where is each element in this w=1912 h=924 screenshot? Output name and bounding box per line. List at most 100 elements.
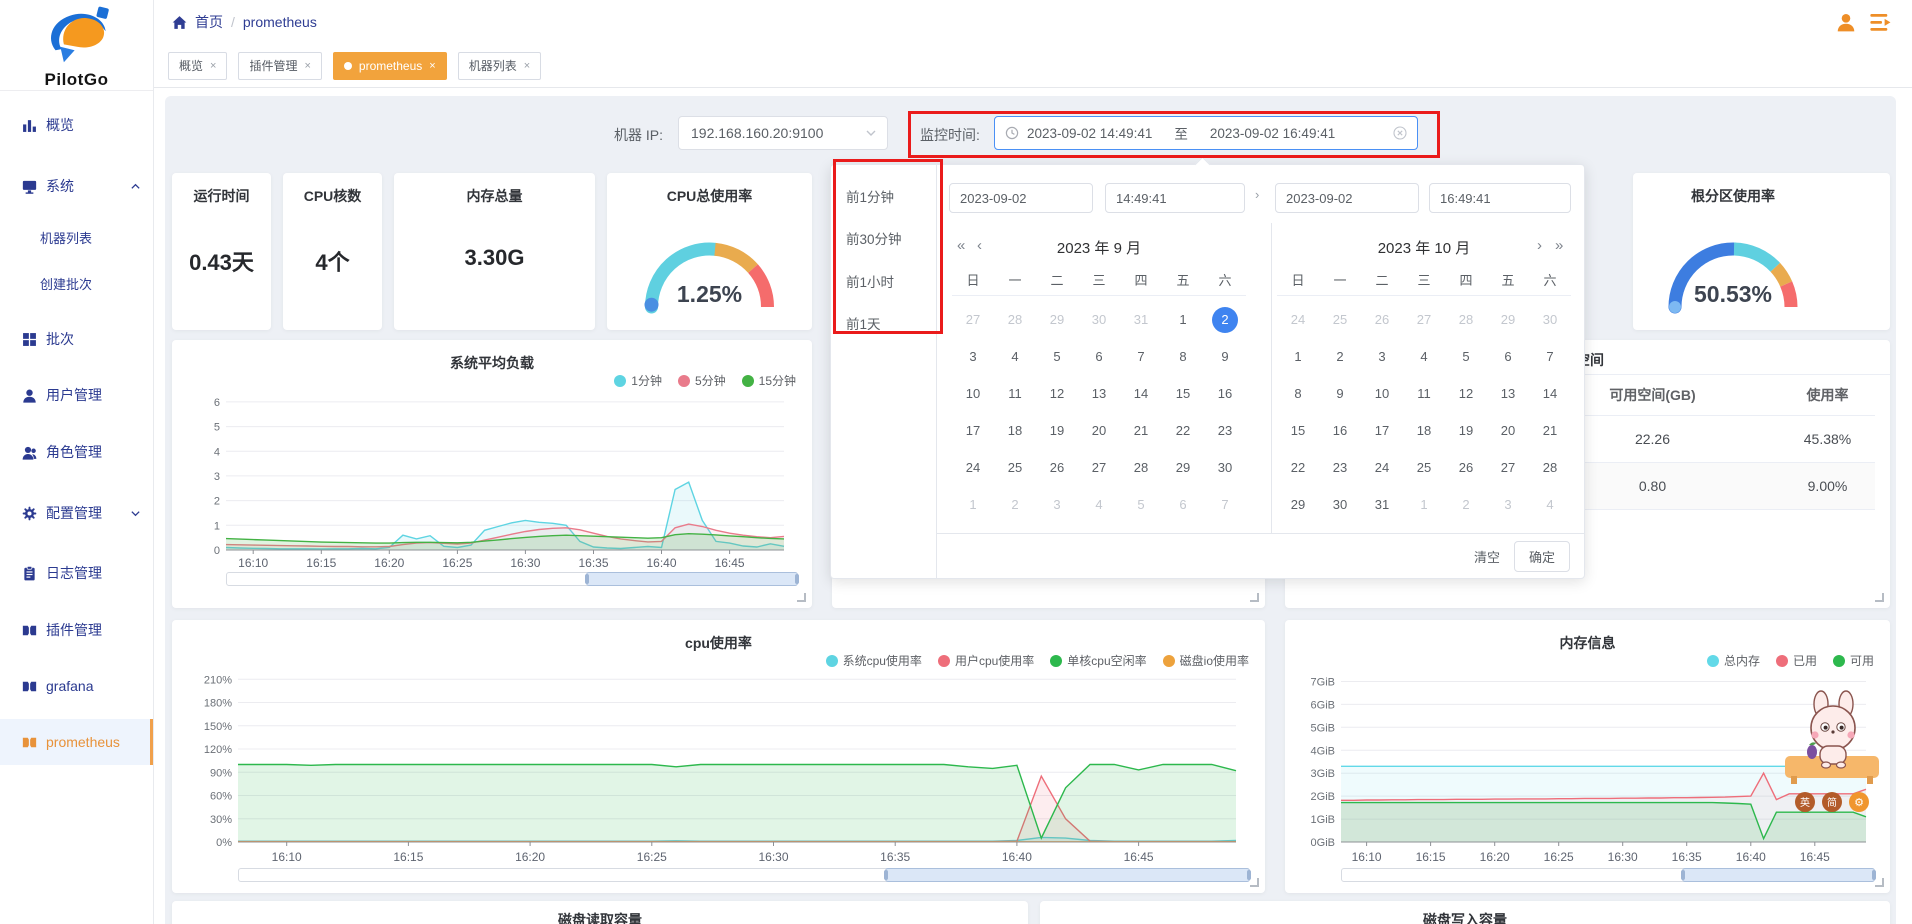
time-range-picker[interactable]: 2023-09-02 14:49:41 至 2023-09-02 16:49:4… [994,116,1418,150]
calendar-day[interactable]: 9 [1204,338,1246,375]
calendar-day[interactable]: 22 [1162,412,1204,449]
calendar-day[interactable]: 28 [1120,449,1162,486]
resize-handle-icon[interactable] [1875,593,1884,602]
calendar-day[interactable]: 16 [1319,412,1361,449]
calendar-day[interactable]: 5 [1120,486,1162,523]
close-icon[interactable]: × [210,60,216,72]
calendar-day[interactable]: 27 [952,301,994,338]
sidebar-item-插件管理[interactable]: 插件管理 [0,612,153,648]
calendar-day[interactable]: 27 [1078,449,1120,486]
datazoom-handle-left[interactable] [585,574,589,584]
calendar-day[interactable]: 8 [1277,375,1319,412]
user-icon[interactable] [1836,12,1856,32]
calendar-day[interactable]: 3 [1361,338,1403,375]
calendar-day[interactable]: 30 [1078,301,1120,338]
calendar-day[interactable]: 15 [1277,412,1319,449]
legend-item-总内存[interactable]: 总内存 [1707,652,1760,669]
datazoom-window[interactable] [586,572,798,586]
sidebar-item-创建批次[interactable]: 创建批次 [0,265,153,301]
calendar-day[interactable]: 27 [1403,301,1445,338]
calendar-day[interactable]: 29 [1036,301,1078,338]
sidebar-item-prometheus[interactable]: prometheus [0,719,153,765]
calendar-day[interactable]: 21 [1529,412,1571,449]
calendar-day[interactable]: 28 [1529,449,1571,486]
sidebar-item-日志管理[interactable]: 日志管理 [0,555,153,591]
collapse-menu-icon[interactable] [1870,13,1894,32]
sidebar-item-角色管理[interactable]: 角色管理 [0,434,153,470]
sidebar-item-机器列表[interactable]: 机器列表 [0,219,153,255]
calendar-day[interactable]: 25 [1403,449,1445,486]
sidebar-item-批次[interactable]: 批次 [0,321,153,357]
legend-item-用户cpu使用率[interactable]: 用户cpu使用率 [938,652,1034,669]
calendar-day[interactable]: 6 [1078,338,1120,375]
calendar-day[interactable]: 4 [1078,486,1120,523]
calendar-day[interactable]: 1 [1277,338,1319,375]
resize-handle-icon[interactable] [797,593,806,602]
calendar-day[interactable]: 31 [1120,301,1162,338]
end-date-input[interactable] [1275,183,1419,213]
clear-button[interactable]: 清空 [1474,547,1500,566]
calendar-day[interactable]: 26 [1036,449,1078,486]
calendar-day[interactable]: 3 [1036,486,1078,523]
calendar-day[interactable]: 28 [1445,301,1487,338]
close-icon[interactable]: × [304,60,310,72]
legend-item-磁盘io使用率[interactable]: 磁盘io使用率 [1163,652,1249,669]
datazoom-sysload[interactable] [226,572,798,586]
quick-range-前1分钟[interactable]: 前1分钟 [846,186,894,206]
quick-range-前1天[interactable]: 前1天 [846,313,881,333]
calendar-day[interactable]: 4 [1529,486,1571,523]
calendar-day[interactable]: 11 [1403,375,1445,412]
datazoom-mem[interactable] [1341,868,1875,882]
calendar-day[interactable]: 31 [1361,486,1403,523]
datazoom-window[interactable] [885,868,1250,882]
legend-item-单核cpu空闲率[interactable]: 单核cpu空闲率 [1050,652,1146,669]
legend-item-系统cpu使用率[interactable]: 系统cpu使用率 [826,652,922,669]
calendar-day[interactable]: 29 [1277,486,1319,523]
resize-handle-icon[interactable] [1875,878,1884,887]
calendar-day[interactable]: 30 [1204,449,1246,486]
tab-概览[interactable]: 概览× [168,52,227,80]
datazoom-cpu[interactable] [238,868,1250,882]
calendar-day[interactable]: 17 [952,412,994,449]
calendar-day[interactable]: 29 [1487,301,1529,338]
calendar-day[interactable]: 4 [994,338,1036,375]
calendar-day[interactable]: 9 [1319,375,1361,412]
close-icon[interactable]: × [429,60,435,72]
legend-item-1分钟[interactable]: 1分钟 [614,372,662,389]
calendar-day[interactable]: 24 [1277,301,1319,338]
calendar-day[interactable]: 3 [1487,486,1529,523]
calendar-day[interactable]: 24 [1361,449,1403,486]
calendar-day[interactable]: 2 [1204,301,1246,338]
calendar-day[interactable]: 3 [952,338,994,375]
legend-item-已用[interactable]: 已用 [1776,652,1817,669]
sidebar-item-配置管理[interactable]: 配置管理 [0,495,153,531]
calendar-day[interactable]: 10 [1361,375,1403,412]
calendar-day[interactable]: 1 [952,486,994,523]
calendar-day[interactable]: 23 [1319,449,1361,486]
calendar-day[interactable]: 24 [952,449,994,486]
close-icon[interactable]: × [524,60,530,72]
calendar-day[interactable]: 25 [994,449,1036,486]
calendar-day[interactable]: 23 [1204,412,1246,449]
legend-item-可用[interactable]: 可用 [1833,652,1874,669]
calendar-day[interactable]: 12 [1036,375,1078,412]
calendar-day[interactable]: 20 [1487,412,1529,449]
calendar-day[interactable]: 14 [1529,375,1571,412]
calendar-day[interactable]: 7 [1204,486,1246,523]
calendar-day[interactable]: 14 [1120,375,1162,412]
next-year-icon[interactable]: » [1555,238,1563,253]
tab-机器列表[interactable]: 机器列表× [458,52,541,80]
calendar-day[interactable]: 17 [1361,412,1403,449]
calendar-day[interactable]: 6 [1162,486,1204,523]
sidebar-item-grafana[interactable]: grafana [0,668,153,704]
calendar-day[interactable]: 2 [1445,486,1487,523]
confirm-button[interactable]: 确定 [1514,541,1570,572]
calendar-day[interactable]: 22 [1277,449,1319,486]
calendar-day[interactable]: 30 [1319,486,1361,523]
calendar-day[interactable]: 13 [1078,375,1120,412]
calendar-day[interactable]: 29 [1162,449,1204,486]
calendar-day[interactable]: 19 [1036,412,1078,449]
start-time-input[interactable] [1105,183,1245,213]
resize-handle-icon[interactable] [1250,878,1259,887]
machine-ip-select[interactable]: 192.168.160.20:9100 [678,116,888,150]
